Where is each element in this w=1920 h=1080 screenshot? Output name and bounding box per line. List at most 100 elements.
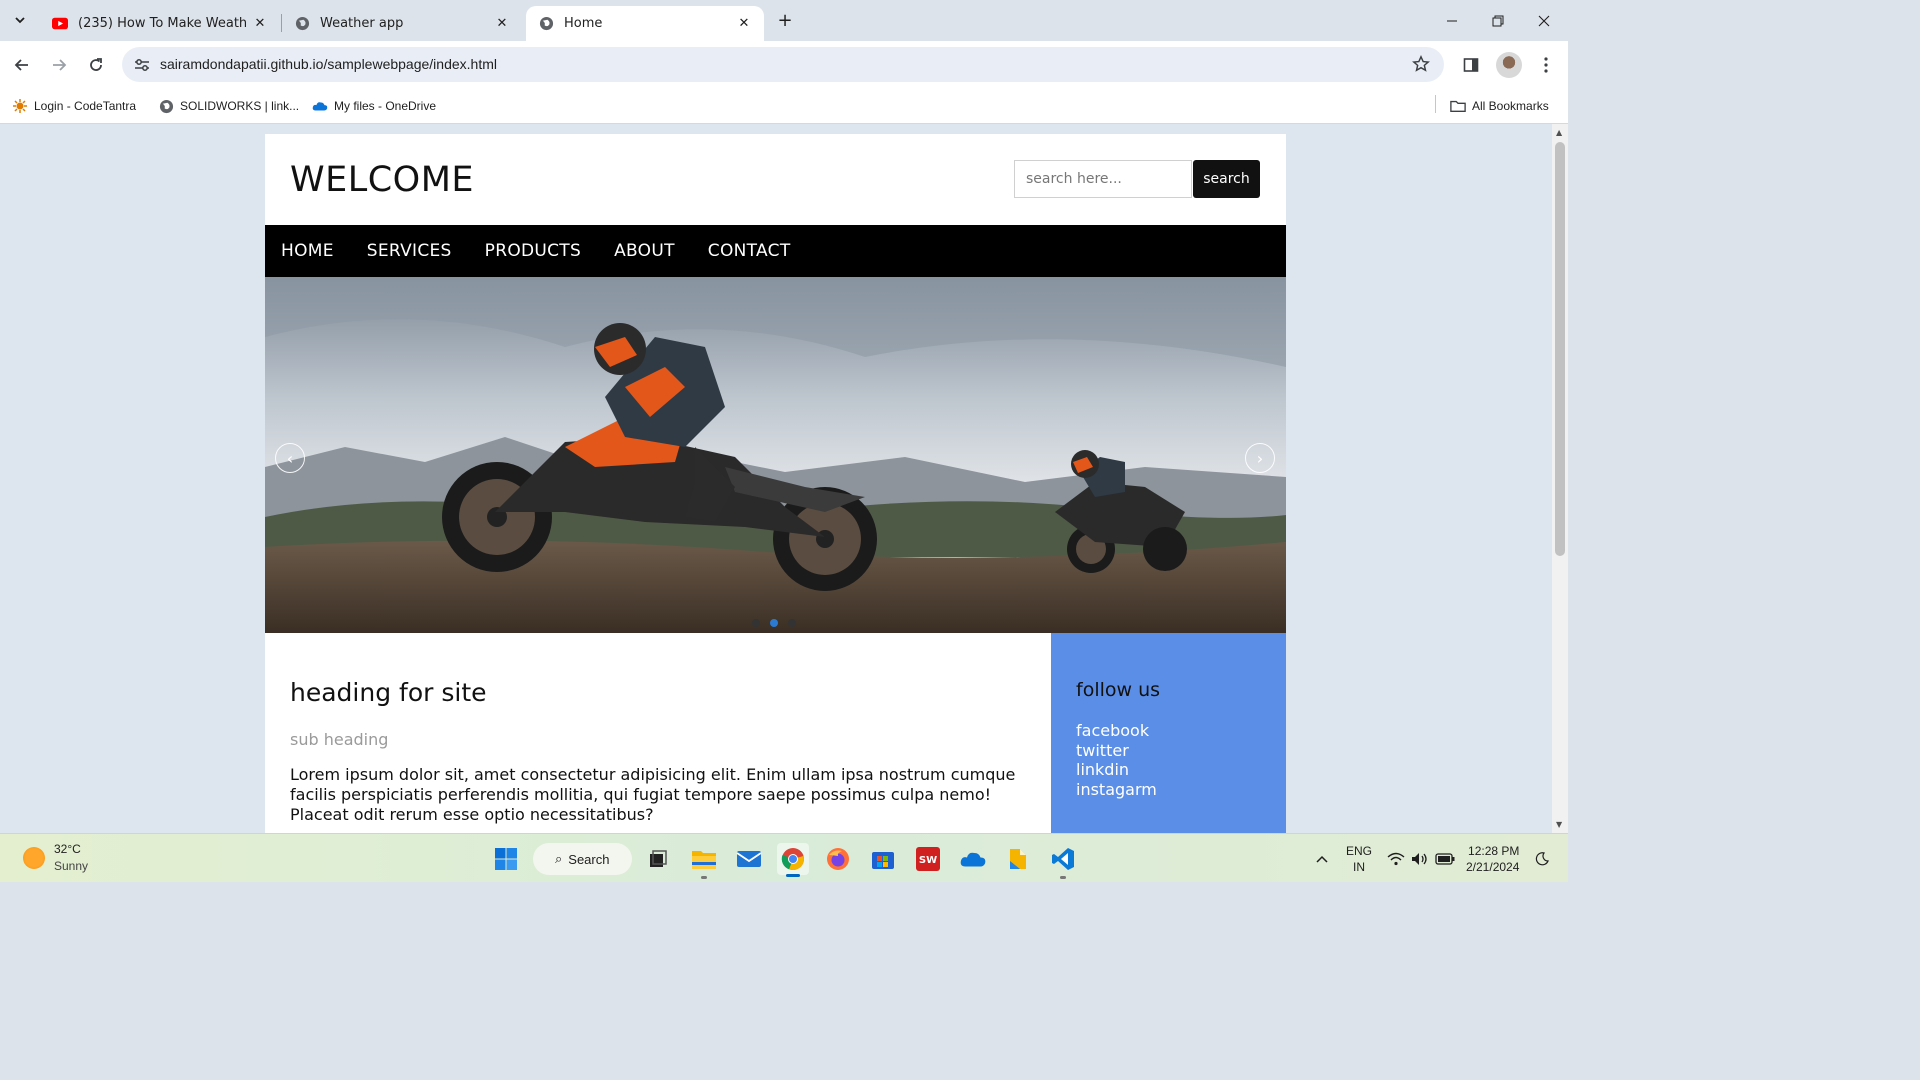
svg-text:SW: SW [919, 855, 937, 866]
link-twitter[interactable]: twitter [1076, 741, 1157, 761]
slider-dots [752, 619, 796, 627]
nav-home[interactable]: HOME [281, 241, 334, 261]
site-info-icon[interactable] [132, 55, 152, 75]
webpage: WELCOME search here... search HOME SERVI… [265, 134, 1286, 833]
chevron-up-icon[interactable] [1307, 843, 1337, 875]
link-linkedin[interactable]: linkdin [1076, 760, 1157, 780]
new-tab-button[interactable]: + [774, 9, 796, 31]
slider-dot[interactable] [788, 619, 796, 627]
main-content: heading for site sub heading Lorem ipsum… [265, 633, 1051, 833]
content-subheading: sub heading [290, 730, 389, 749]
more-menu-icon[interactable] [1533, 52, 1559, 78]
slider-prev-chevron-icon[interactable]: ‹ [275, 443, 305, 473]
follow-us-panel: follow us facebook twitter linkdin insta… [1051, 633, 1286, 833]
bookmark-label: Login - CodeTantra [34, 99, 137, 113]
task-view-icon[interactable] [642, 843, 674, 875]
address-bar[interactable]: sairamdondapatii.github.io/samplewebpage… [122, 47, 1444, 82]
scroll-down-icon[interactable]: ▼ [1556, 820, 1562, 829]
slider-next-chevron-icon[interactable]: › [1245, 443, 1275, 473]
tab-close-icon[interactable]: ✕ [252, 16, 268, 32]
nav-contact[interactable]: CONTACT [708, 241, 791, 261]
globe-icon [538, 16, 554, 32]
bookmark-onedrive[interactable]: My files - OneDrive [312, 95, 436, 117]
nav-products[interactable]: PRODUCTS [485, 241, 581, 261]
running-indicator [1060, 876, 1066, 879]
page-viewport: WELCOME search here... search HOME SERVI… [0, 124, 1552, 833]
clock-date: 2/21/2024 [1466, 860, 1520, 874]
site-search-button[interactable]: search [1193, 160, 1260, 198]
tab-close-icon[interactable]: ✕ [736, 16, 752, 32]
mail-icon[interactable] [733, 843, 765, 875]
bookmark-star-icon[interactable] [1410, 53, 1432, 75]
image-slider: ‹ › [265, 277, 1286, 633]
globe-icon [158, 98, 174, 114]
store-icon[interactable] [867, 843, 899, 875]
files-icon[interactable] [1002, 843, 1034, 875]
system-clock[interactable]: 12:28 PM 2/21/2024 [1466, 843, 1519, 875]
vscode-icon[interactable] [1047, 843, 1079, 875]
volume-icon[interactable] [1407, 843, 1433, 875]
tab-title: Home [564, 16, 603, 31]
file-explorer-icon[interactable] [688, 843, 720, 875]
tab-strip: (235) How To Make Weather Ap ✕ Weather a… [0, 0, 1568, 41]
onedrive-icon[interactable] [957, 843, 989, 875]
nav-about[interactable]: ABOUT [614, 241, 675, 261]
restore-icon[interactable] [1475, 0, 1521, 41]
back-arrow-icon[interactable] [8, 51, 36, 79]
link-facebook[interactable]: facebook [1076, 721, 1157, 741]
taskbar: 32°C Sunny ⌕ Search SW ENG IN 12:28 PM 2… [0, 833, 1568, 882]
side-panel-icon[interactable] [1458, 52, 1484, 78]
scrollbar-thumb[interactable] [1555, 142, 1565, 556]
tab-search-chevron-icon[interactable] [8, 8, 32, 32]
nav-services[interactable]: SERVICES [367, 241, 452, 261]
bookmark-codetantra[interactable]: Login - CodeTantra [12, 95, 136, 117]
slider-dot[interactable] [752, 619, 760, 627]
slide-image-motorcycles [265, 277, 1286, 633]
solidworks-icon[interactable]: SW [912, 843, 944, 875]
site-search-input[interactable]: search here... [1014, 160, 1192, 198]
tab-title: Weather app [320, 16, 404, 31]
language-region: IN [1353, 860, 1365, 874]
forward-arrow-icon[interactable] [45, 51, 73, 79]
taskbar-search[interactable]: ⌕ Search [533, 843, 632, 875]
bookmarks-bar: Login - CodeTantra SOLIDWORKS | link... … [0, 88, 1568, 124]
scroll-up-icon[interactable]: ▲ [1556, 128, 1562, 137]
tab-close-icon[interactable]: ✕ [494, 16, 510, 32]
tab-weather-app[interactable]: Weather app ✕ [282, 6, 522, 41]
onedrive-icon [312, 98, 328, 114]
page-scrollbar[interactable]: ▲ ▼ [1552, 124, 1568, 833]
youtube-icon [52, 16, 68, 32]
url-text[interactable]: sairamdondapatii.github.io/samplewebpage… [160, 56, 497, 72]
all-bookmarks-label: All Bookmarks [1472, 99, 1549, 113]
search-icon: ⌕ [555, 851, 563, 866]
minimize-icon[interactable] [1429, 0, 1475, 41]
firefox-icon[interactable] [822, 843, 854, 875]
focus-moon-icon[interactable] [1530, 843, 1554, 875]
tab-home[interactable]: Home ✕ [526, 6, 764, 41]
social-links: facebook twitter linkdin instagarm [1076, 721, 1157, 799]
clock-time: 12:28 PM [1468, 844, 1520, 858]
content-heading: heading for site [290, 678, 487, 707]
link-instagram[interactable]: instagarm [1076, 780, 1157, 800]
content-paragraph: Lorem ipsum dolor sit, amet consectetur … [290, 765, 1016, 824]
site-header: WELCOME search here... search [265, 134, 1286, 225]
start-icon[interactable] [490, 843, 522, 875]
globe-icon [294, 16, 310, 32]
weather-sun-icon[interactable] [23, 847, 45, 869]
bookmark-solidworks[interactable]: SOLIDWORKS | link... [158, 95, 299, 117]
chrome-icon[interactable] [777, 843, 809, 875]
tab-title: (235) How To Make Weather Ap [78, 16, 246, 31]
language-indicator[interactable]: ENG IN [1346, 843, 1372, 875]
weather-condition[interactable]: Sunny [54, 859, 88, 873]
weather-temperature[interactable]: 32°C [54, 842, 81, 856]
folder-icon [1450, 98, 1466, 114]
profile-avatar[interactable] [1496, 52, 1522, 78]
active-app-indicator [786, 874, 800, 877]
wifi-icon[interactable] [1383, 843, 1409, 875]
reload-icon[interactable] [82, 51, 110, 79]
tab-youtube[interactable]: (235) How To Make Weather Ap ✕ [40, 6, 280, 41]
battery-icon[interactable] [1432, 843, 1458, 875]
close-window-icon[interactable] [1521, 0, 1567, 41]
slider-dot-active[interactable] [770, 619, 778, 627]
all-bookmarks-button[interactable]: All Bookmarks [1450, 95, 1549, 117]
